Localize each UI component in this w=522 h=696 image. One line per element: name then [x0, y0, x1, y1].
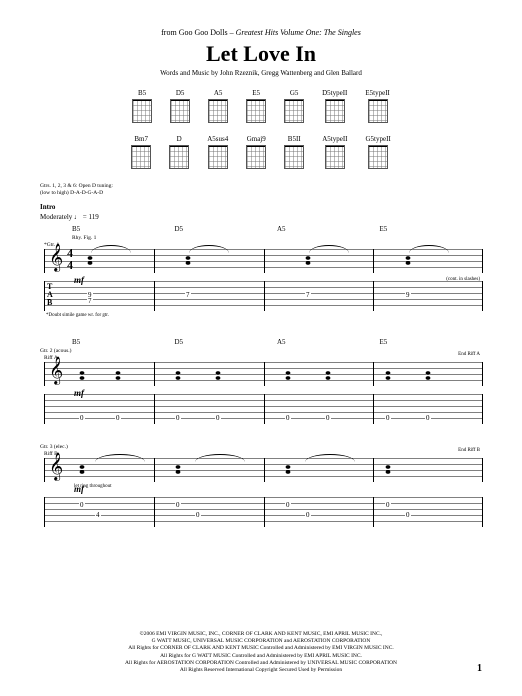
chord-diagram: B5II — [284, 135, 304, 169]
end-riff: End Riff A — [458, 352, 480, 357]
guitar-label: Gtr. 3 (elec.) — [40, 444, 482, 450]
dynamic-marking: mf — [74, 484, 84, 494]
chord-diagram: D5 — [170, 89, 190, 123]
from-prefix: from Goo Goo Dolls – — [161, 28, 235, 37]
system-intro: Intro Moderately ♩ = 119 B5 D5 A5 E5 Rhy… — [40, 203, 482, 318]
chord-diagram: E5typeII — [365, 89, 390, 123]
system-3: Gtr. 3 (elec.) Riff B 𝄞 End Riff B mf le… — [40, 444, 482, 527]
chord-row-1: B5 D5 A5 E5 G5 D5typeII E5typeII — [40, 89, 482, 123]
section-label: Intro — [40, 203, 482, 211]
chord-diagram: D5typeII — [322, 89, 347, 123]
chord-diagram: G5typeII — [366, 135, 391, 169]
treble-clef-icon: 𝄞 — [49, 358, 63, 385]
chord-diagram: B5 — [132, 89, 152, 123]
chord-diagram: D — [169, 135, 189, 169]
chord-row-2: Bm7 D A5sus4 Gmaj9 B5II A5typeII G5typeI… — [40, 135, 482, 169]
riff-label: Rhy. Fig. 1 — [72, 235, 482, 241]
from-line: from Goo Goo Dolls – Greatest Hits Volum… — [40, 28, 482, 37]
chord-diagram: Bm7 — [131, 135, 151, 169]
chord-labels: B5 D5 A5 E5 — [72, 338, 482, 346]
album-title: Greatest Hits Volume One: The Singles — [236, 28, 361, 37]
tempo: Moderately ♩ = 119 — [40, 213, 482, 221]
system-2: B5 D5 A5 E5 Gtr. 2 (acous.) Riff A 𝄞 End… — [40, 338, 482, 424]
sheet-header: from Goo Goo Dolls – Greatest Hits Volum… — [40, 28, 482, 77]
staff-block: 𝄞 End Riff A mf 0 0 0 0 0 0 — [44, 362, 482, 424]
tuning-note: Gtrs. 1, 2, 3 & 6: Open D tuning: (low t… — [40, 183, 482, 197]
footnote: *Doubt simile game wr. for gtr. — [46, 313, 482, 318]
chord-diagram: A5sus4 — [207, 135, 228, 169]
staff: 𝄞 End Riff B — [44, 458, 482, 482]
staff-block: 𝄞 End Riff B mf let ring throughout 0 4 … — [44, 458, 482, 527]
credits: Words and Music by John Rzeznik, Gregg W… — [40, 69, 482, 77]
treble-clef-icon: 𝄞 — [49, 245, 63, 272]
tab-label-icon: TAB — [47, 283, 53, 307]
tablature: TAB 9 7 7 7 9 — [44, 281, 482, 311]
staff: 𝄞 4 4 (cont. in slashes) — [44, 249, 482, 273]
chord-diagram: A5typeII — [322, 135, 347, 169]
chord-diagram: G5 — [284, 89, 304, 123]
staff-block: 𝄞 4 4 (cont. in slashes) mf TAB — [44, 249, 482, 311]
chord-diagram: Gmaj9 — [246, 135, 266, 169]
song-title: Let Love In — [40, 41, 482, 67]
treble-clef-icon: 𝄞 — [49, 454, 63, 481]
guitar-label: Gtr. 2 (acous.) — [40, 348, 482, 354]
staff: 𝄞 End Riff A — [44, 362, 482, 386]
chord-diagram: A5 — [208, 89, 228, 123]
time-signature: 4 4 — [67, 247, 73, 271]
let-ring-note: let ring throughout — [74, 484, 482, 489]
page-number: 1 — [477, 663, 482, 674]
riff-label: Riff A — [44, 355, 482, 361]
tablature: 0 4 0 0 0 0 0 0 — [44, 497, 482, 527]
chord-labels: B5 D5 A5 E5 — [72, 225, 482, 233]
copyright-block: ©2006 EMI VIRGIN MUSIC, INC., CORNER OF … — [0, 631, 522, 674]
tablature: 0 0 0 0 0 0 0 0 — [44, 394, 482, 424]
chord-diagram: E5 — [246, 89, 266, 123]
end-riff: End Riff B — [458, 448, 480, 453]
